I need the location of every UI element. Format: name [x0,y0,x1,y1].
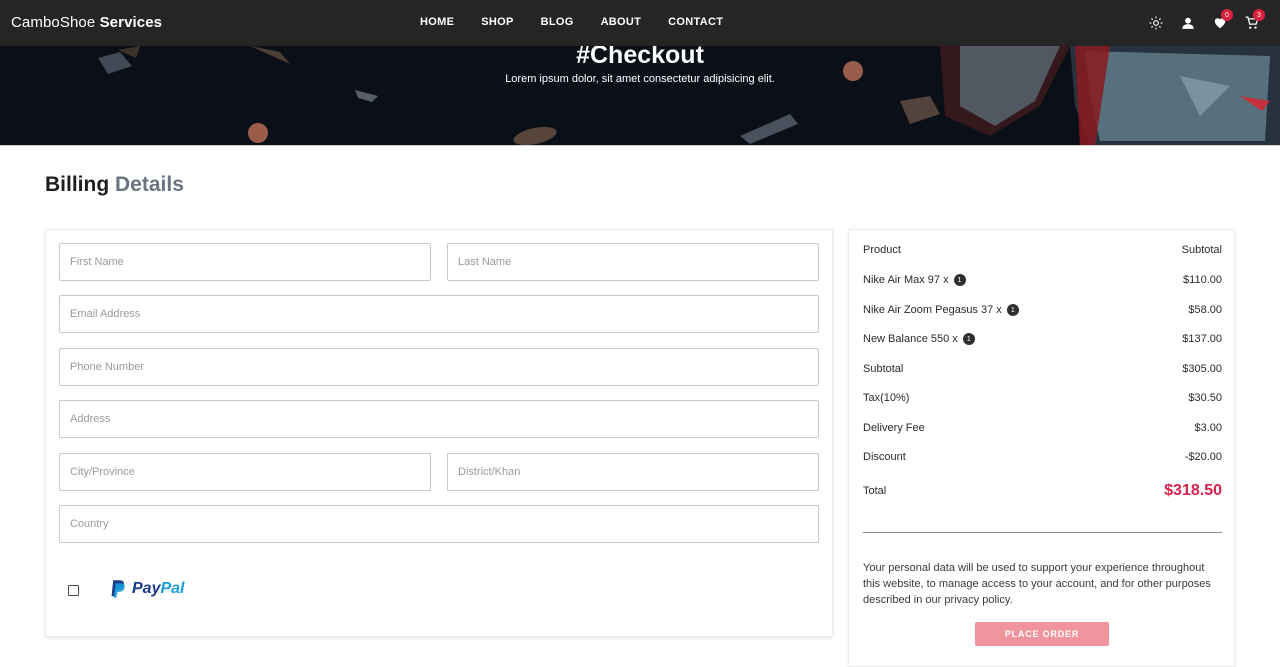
discount-label: Discount [863,451,906,463]
nav-link-home[interactable]: HOME [420,16,454,28]
billing-form: PayPal [45,229,833,637]
nav-link-blog[interactable]: BLOG [541,16,574,28]
subtotal-label: Subtotal [863,363,904,375]
last-name-field[interactable] [447,243,819,281]
delivery-fee-value: $3.00 [1194,422,1222,434]
hero-banner: #Checkout Lorem ipsum dolor, sit amet co… [0,46,1280,146]
place-order-button[interactable]: PLACE ORDER [975,622,1109,646]
paypal-text-pay: Pay [132,580,161,597]
paypal-checkbox[interactable] [68,585,79,596]
paypal-icon [111,580,125,598]
order-header-product: Product [863,244,901,256]
tax-value: $30.50 [1188,392,1222,404]
district-field[interactable] [447,453,819,491]
order-item-price: $110.00 [1183,274,1222,287]
nav-link-about[interactable]: ABOUT [601,16,642,28]
order-summary: Product Subtotal Nike Air Max 97 x 1 $110… [848,229,1235,667]
order-item-name: Nike Air Zoom Pegasus 37 x 1 [863,304,1019,317]
brand-name-bold: Services [99,14,163,31]
order-item-row: New Balance 550 x 1 $137.00 [863,333,1222,346]
order-header-row: Product Subtotal [863,244,1222,256]
phone-field[interactable] [59,348,819,386]
subtotal-row: Subtotal $305.00 [863,363,1222,375]
order-header-subtotal: Subtotal [1181,244,1222,256]
brand-name-light: CamboShoe [11,14,96,31]
item-quantity-badge: 1 [962,333,975,346]
tax-row: Tax(10%) $30.50 [863,392,1222,404]
navbar: CamboShoe Services HOME SHOP BLOG ABOUT … [0,0,1280,46]
item-name-text: Nike Air Max 97 x [863,274,949,286]
nav-links: HOME SHOP BLOG ABOUT CONTACT [420,16,750,28]
subtotal-value: $305.00 [1182,363,1222,375]
heart-icon[interactable]: 0 [1210,9,1233,33]
order-item-row: Nike Air Max 97 x 1 $110.00 [863,274,1222,287]
user-icon[interactable] [1178,13,1198,33]
paypal-logo-text: PayPal [132,580,184,598]
cart-icon[interactable]: 3 [1242,9,1265,33]
total-value: $318.50 [1164,482,1222,499]
city-field[interactable] [59,453,431,491]
order-item-row: Nike Air Zoom Pegasus 37 x 1 $58.00 [863,304,1222,317]
page-title: #Checkout [576,46,704,69]
theme-toggle-icon[interactable] [1146,13,1166,33]
privacy-notice: Your personal data will be used to suppo… [863,562,1211,606]
paypal-option[interactable]: PayPal [110,579,184,599]
address-field[interactable] [59,400,819,438]
order-item-name: Nike Air Max 97 x 1 [863,274,966,287]
total-row: Total $318.50 [863,482,1222,500]
order-item-name: New Balance 550 x 1 [863,333,975,346]
email-field[interactable] [59,295,819,333]
order-divider [863,532,1222,533]
first-name-field[interactable] [59,243,431,281]
billing-heading-dark: Billing [45,173,110,196]
discount-value: -$20.00 [1184,451,1222,463]
item-quantity-badge: 1 [1006,304,1019,317]
item-name-text: Nike Air Zoom Pegasus 37 x [863,304,1002,316]
paypal-text-pal: Pal [160,580,185,597]
nav-icons: 0 3 [1134,9,1265,33]
tax-label: Tax(10%) [863,392,910,404]
nav-link-shop[interactable]: SHOP [481,16,513,28]
discount-row: Discount -$20.00 [863,451,1222,463]
cart-count-badge: 3 [1253,9,1265,21]
delivery-fee-row: Delivery Fee $3.00 [863,422,1222,434]
item-quantity-badge: 1 [953,274,966,287]
country-field[interactable] [59,505,819,543]
page-subtitle: Lorem ipsum dolor, sit amet consectetur … [505,73,775,85]
delivery-fee-label: Delivery Fee [863,422,925,434]
brand-logo[interactable]: CamboShoe Services [11,14,162,31]
order-item-price: $137.00 [1182,333,1222,346]
total-label: Total [863,485,887,497]
wishlist-count-badge: 0 [1221,9,1233,21]
nav-link-contact[interactable]: CONTACT [668,16,723,28]
item-name-text: New Balance 550 x [863,333,958,345]
billing-heading-light: Details [115,173,184,196]
order-item-price: $58.00 [1188,304,1222,317]
billing-heading: Billing Details [45,173,184,197]
